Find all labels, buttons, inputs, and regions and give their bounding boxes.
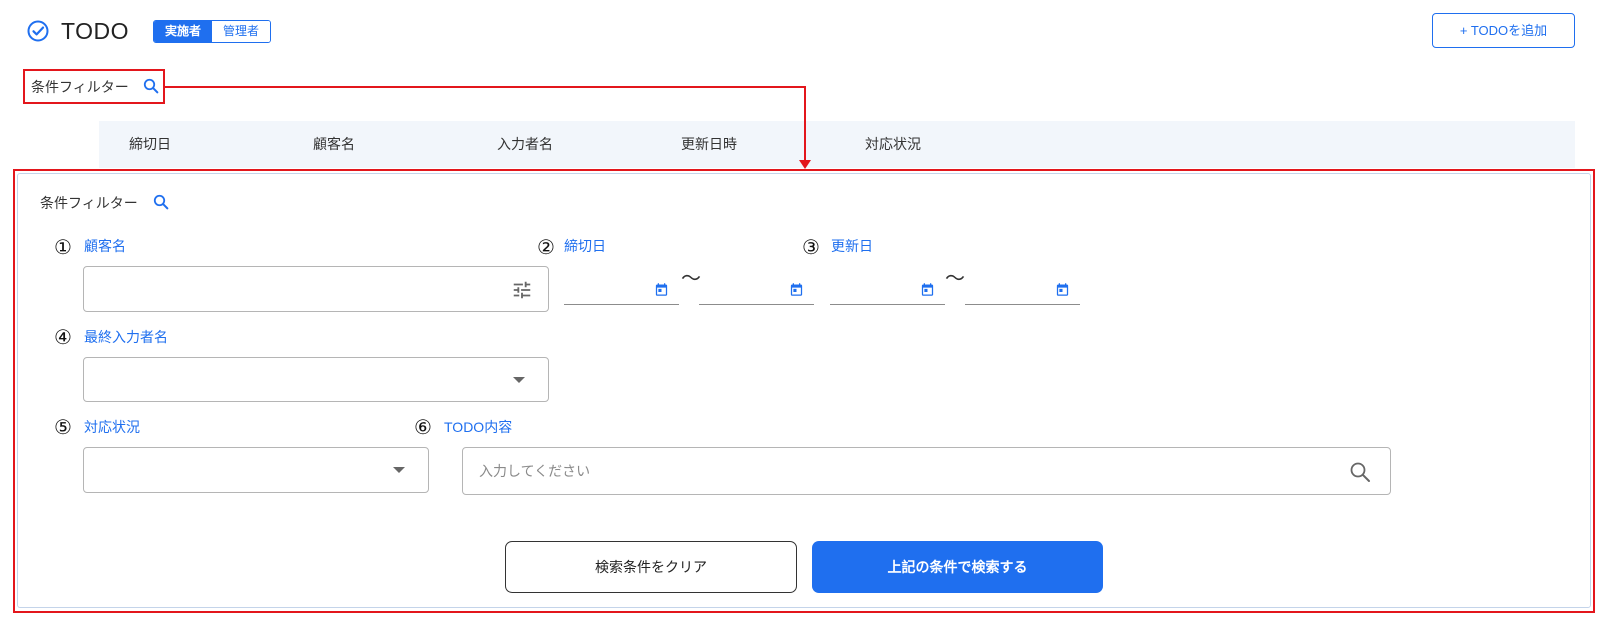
- annotation-marker-1: ①: [54, 235, 72, 259]
- updated-to-field[interactable]: [965, 275, 1080, 305]
- annotation-marker-2: ②: [537, 235, 555, 259]
- annotation-marker-3: ③: [802, 235, 820, 259]
- search-button[interactable]: 上記の条件で検索する: [812, 541, 1103, 593]
- deadline-range-separator: 〜: [681, 268, 701, 290]
- filter-panel-title: 条件フィルター: [40, 195, 138, 211]
- app-title: TODO: [61, 18, 130, 44]
- status-label: 対応状況: [84, 419, 140, 435]
- deadline-from-input[interactable]: [564, 275, 649, 303]
- annotation-marker-5: ⑤: [54, 415, 72, 439]
- updated-from-input[interactable]: [830, 275, 915, 303]
- updated-range-separator: 〜: [945, 268, 965, 290]
- todo-content-field: [462, 447, 1391, 495]
- updated-from-field[interactable]: [830, 275, 945, 305]
- deadline-label: 締切日: [564, 238, 606, 254]
- clear-filters-button[interactable]: 検索条件をクリア: [505, 541, 797, 593]
- calendar-icon[interactable]: [789, 282, 804, 297]
- column-header-deadline[interactable]: 締切日: [129, 121, 313, 168]
- calendar-icon[interactable]: [654, 282, 669, 297]
- search-icon[interactable]: [1348, 460, 1372, 484]
- search-icon[interactable]: [152, 193, 170, 211]
- calendar-icon[interactable]: [920, 282, 935, 297]
- updated-date-label: 更新日: [831, 238, 873, 254]
- table-header: 締切日 顧客名 入力者名 更新日時 対応状況: [99, 121, 1575, 168]
- last-inputter-select[interactable]: [83, 357, 549, 402]
- customer-name-input[interactable]: [84, 267, 548, 311]
- column-header-status[interactable]: 対応状況: [865, 121, 1049, 168]
- deadline-to-input[interactable]: [699, 275, 784, 303]
- check-circle-icon: [26, 19, 50, 43]
- role-option-admin[interactable]: 管理者: [212, 21, 270, 42]
- annotation-marker-6: ⑥: [414, 415, 432, 439]
- column-header-inputter[interactable]: 入力者名: [497, 121, 681, 168]
- add-todo-button[interactable]: + TODOを追加: [1432, 13, 1575, 48]
- caret-down-icon[interactable]: [513, 377, 525, 383]
- customer-name-field: [83, 266, 549, 312]
- updated-to-input[interactable]: [965, 275, 1050, 303]
- search-icon[interactable]: [142, 77, 160, 95]
- calendar-icon[interactable]: [1055, 282, 1070, 297]
- role-toggle: 実施者 管理者: [153, 20, 271, 43]
- todo-content-label: TODO内容: [444, 419, 513, 435]
- todo-content-input[interactable]: [463, 448, 1390, 494]
- role-option-implementer[interactable]: 実施者: [154, 21, 212, 42]
- last-inputter-label: 最終入力者名: [84, 329, 168, 345]
- deadline-to-field[interactable]: [699, 275, 814, 305]
- column-header-updated-at[interactable]: 更新日時: [681, 121, 865, 168]
- deadline-from-field[interactable]: [564, 275, 679, 305]
- annotation-marker-4: ④: [54, 325, 72, 349]
- column-header-customer[interactable]: 顧客名: [313, 121, 497, 168]
- caret-down-icon[interactable]: [393, 467, 405, 473]
- tune-icon[interactable]: [511, 279, 533, 301]
- customer-name-label: 顧客名: [84, 238, 126, 254]
- status-select[interactable]: [83, 447, 429, 493]
- filter-toggle-label[interactable]: 条件フィルター: [31, 78, 129, 96]
